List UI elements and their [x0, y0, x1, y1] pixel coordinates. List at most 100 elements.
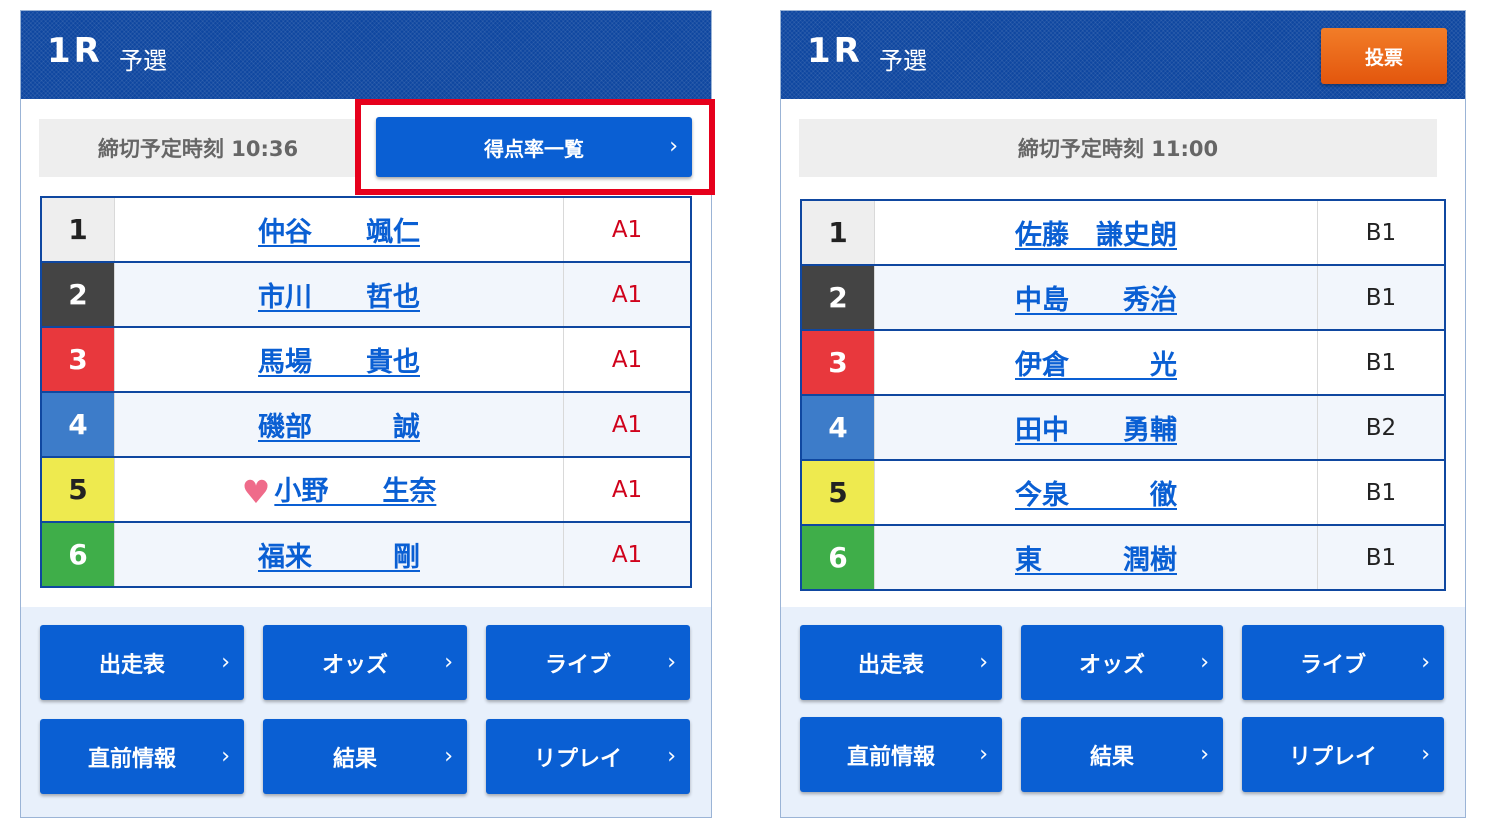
live-button[interactable]: ライブ ›: [486, 625, 690, 700]
racer-grade: A1: [563, 197, 691, 262]
nav-label: オッズ: [321, 652, 388, 678]
racer-name-link[interactable]: 佐藤 謙史朗: [1015, 220, 1177, 251]
nav-label: オッズ: [1078, 652, 1145, 678]
result-button[interactable]: 結果 ›: [1021, 717, 1223, 792]
racer-name-link[interactable]: 中島 秀治: [1015, 285, 1177, 316]
racer-name-link[interactable]: 小野 生奈: [274, 476, 436, 507]
race-number: 1R: [47, 31, 103, 71]
chevron-right-icon: ›: [667, 649, 676, 675]
waku-number: 4: [41, 391, 115, 457]
waku-number: 6: [41, 521, 115, 587]
table-row: 5 ♥ 小野 生奈 A1: [41, 456, 691, 522]
race-list-view: 1R 予選 締切予定時刻 10:36 得点率一覧 › 1 仲谷 颯仁 A1 2 …: [0, 0, 1485, 825]
racer-name-cell: 市川 哲也: [114, 261, 564, 327]
chevron-right-icon: ›: [1200, 741, 1209, 767]
vote-button[interactable]: 投票: [1321, 28, 1447, 84]
race-nav-area: 出走表 › オッズ › ライブ › 直前情報 › 結果 › リプレイ ›: [781, 607, 1465, 817]
table-row: 1 佐藤 謙史朗 B1: [801, 200, 1445, 265]
table-row: 4 田中 勇輔 B2: [801, 394, 1445, 460]
live-button[interactable]: ライブ ›: [1242, 625, 1444, 700]
replay-button[interactable]: リプレイ ›: [1242, 717, 1444, 792]
waku-number: 1: [801, 200, 875, 265]
racer-name-link[interactable]: 馬場 貴也: [258, 347, 420, 378]
race-card-right: 1R 予選 投票 締切予定時刻 11:00 1 佐藤 謙史朗 B1 2 中島 秀…: [780, 10, 1466, 818]
racer-name-link[interactable]: 福来 剛: [258, 542, 420, 573]
race-card-button[interactable]: 出走表 ›: [40, 625, 244, 700]
odds-button[interactable]: オッズ ›: [263, 625, 467, 700]
score-rate-list-button[interactable]: 得点率一覧 ›: [376, 117, 692, 177]
racer-name-link[interactable]: 磯部 誠: [258, 412, 420, 443]
table-row: 2 中島 秀治 B1: [801, 264, 1445, 330]
nav-label: ライブ: [544, 652, 611, 678]
replay-button[interactable]: リプレイ ›: [486, 719, 690, 794]
racer-name-link[interactable]: 田中 勇輔: [1015, 415, 1177, 446]
nav-label: 直前情報: [87, 746, 176, 772]
odds-button[interactable]: オッズ ›: [1021, 625, 1223, 700]
race-header: 1R 予選: [21, 11, 711, 99]
racer-grade: B1: [1317, 329, 1445, 395]
waku-number: 5: [801, 459, 875, 525]
race-name: 予選: [119, 47, 167, 75]
racer-name-cell: 福来 剛: [114, 521, 564, 587]
racer-name-cell: 磯部 誠: [114, 391, 564, 457]
chevron-right-icon: ›: [979, 741, 988, 767]
racer-grade: B1: [1317, 264, 1445, 330]
waku-number: 4: [801, 394, 875, 460]
deadline-time: 締切予定時刻 10:36: [39, 119, 357, 177]
nav-label: 直前情報: [846, 744, 935, 770]
result-button[interactable]: 結果 ›: [263, 719, 467, 794]
chevron-right-icon: ›: [1421, 649, 1430, 675]
waku-number: 6: [801, 524, 875, 590]
chevron-right-icon: ›: [221, 743, 230, 769]
deadline-row: 締切予定時刻 11:00: [781, 99, 1465, 196]
racer-name-link[interactable]: 東 潤樹: [1015, 545, 1177, 576]
nav-label: 結果: [1089, 744, 1134, 770]
waku-number: 3: [41, 326, 115, 392]
nav-label: ライブ: [1299, 652, 1366, 678]
table-row: 6 福来 剛 A1: [41, 521, 691, 587]
chevron-right-icon: ›: [979, 649, 988, 675]
nav-label: 出走表: [98, 652, 165, 678]
racer-grade: B2: [1317, 394, 1445, 460]
waku-number: 1: [41, 197, 115, 262]
racer-grade: A1: [563, 326, 691, 392]
race-header: 1R 予選 投票: [781, 11, 1465, 99]
race-nav-grid: 出走表 › オッズ › ライブ › 直前情報 › 結果 › リプレイ ›: [40, 625, 690, 794]
table-row: 2 市川 哲也 A1: [41, 261, 691, 327]
racer-grade: B1: [1317, 200, 1445, 265]
race-card-button[interactable]: 出走表 ›: [800, 625, 1002, 700]
nav-label: リプレイ: [533, 746, 622, 772]
entry-table: 1 仲谷 颯仁 A1 2 市川 哲也 A1 3 馬場 貴也 A1 4 磯部 誠: [40, 196, 692, 588]
entry-table: 1 佐藤 謙史朗 B1 2 中島 秀治 B1 3 伊倉 光 B1 4 田中 勇輔: [800, 199, 1446, 591]
table-row: 3 馬場 貴也 A1: [41, 326, 691, 392]
race-card-left: 1R 予選 締切予定時刻 10:36 得点率一覧 › 1 仲谷 颯仁 A1 2 …: [20, 10, 715, 818]
racer-name-cell: 伊倉 光: [874, 329, 1318, 395]
racer-name-cell: 中島 秀治: [874, 264, 1318, 330]
race-number: 1R: [807, 31, 863, 71]
racer-name-cell: 田中 勇輔: [874, 394, 1318, 460]
racer-name-cell: 佐藤 謙史朗: [874, 200, 1318, 265]
racer-grade: B1: [1317, 459, 1445, 525]
heart-icon: ♥: [241, 472, 271, 511]
racer-name-link[interactable]: 市川 哲也: [258, 282, 420, 313]
racer-name-cell: 今泉 徹: [874, 459, 1318, 525]
pre-race-info-button[interactable]: 直前情報 ›: [40, 719, 244, 794]
racer-name-link[interactable]: 仲谷 颯仁: [258, 217, 420, 248]
chevron-right-icon: ›: [1200, 649, 1209, 675]
chevron-right-icon: ›: [221, 649, 230, 675]
chevron-right-icon: ›: [669, 134, 678, 159]
racer-name-link[interactable]: 今泉 徹: [1015, 480, 1177, 511]
table-row: 3 伊倉 光 B1: [801, 329, 1445, 395]
table-row: 4 磯部 誠 A1: [41, 391, 691, 457]
racer-name-link[interactable]: 伊倉 光: [1015, 350, 1177, 381]
chevron-right-icon: ›: [1421, 741, 1430, 767]
race-name: 予選: [879, 47, 927, 75]
racer-grade: A1: [563, 456, 691, 522]
score-rate-list-label: 得点率一覧: [484, 136, 584, 161]
racer-name-cell: ♥ 小野 生奈: [114, 456, 564, 522]
racer-name-cell: 馬場 貴也: [114, 326, 564, 392]
pre-race-info-button[interactable]: 直前情報 ›: [800, 717, 1002, 792]
waku-number: 3: [801, 329, 875, 395]
racer-grade: A1: [563, 391, 691, 457]
waku-number: 2: [41, 261, 115, 327]
